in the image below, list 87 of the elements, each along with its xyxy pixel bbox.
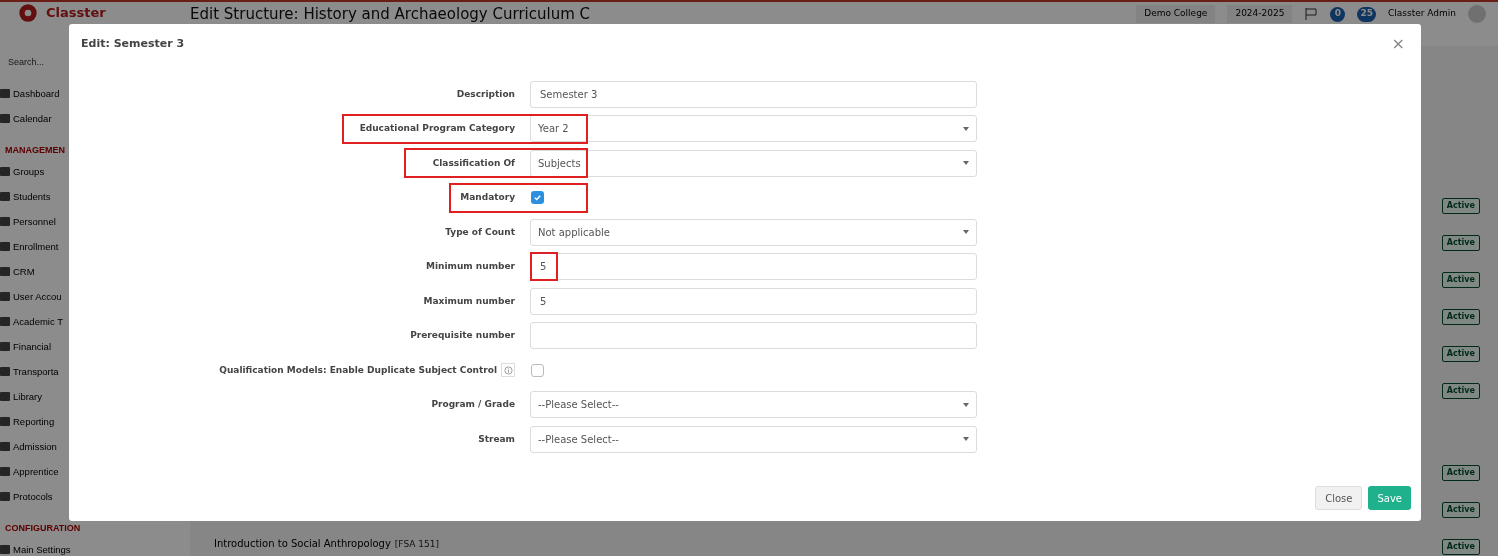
caret-icon [963, 402, 969, 407]
field-label: Minimum number [426, 260, 515, 273]
menu-icon [0, 492, 10, 502]
status-badge: Active [1441, 309, 1480, 325]
sidebar-item[interactable]: Protocols [13, 489, 53, 504]
sidebar-item[interactable]: Enrollment [13, 239, 59, 254]
status-badge: Active [1441, 272, 1480, 288]
subject-name: Introduction to Social Anthropology [214, 537, 391, 551]
close-button[interactable]: × [1391, 32, 1405, 56]
institution-selector[interactable]: Demo College [1136, 5, 1216, 23]
caret-icon [963, 230, 969, 235]
menu-icon [0, 242, 10, 252]
menu-icon [0, 89, 10, 99]
select-field[interactable]: Subjects [530, 149, 977, 177]
sidebar-item[interactable]: Transporta [13, 364, 59, 379]
info-icon[interactable] [501, 363, 515, 378]
sidebar-item[interactable]: Main Settings [13, 542, 71, 556]
status-badge: Active [1441, 502, 1480, 518]
field-label: Description [456, 87, 515, 101]
field-label: Type of Count [445, 225, 515, 239]
status-badge: Active [1441, 346, 1480, 362]
menu-icon [0, 442, 10, 452]
menu-icon [0, 545, 10, 555]
sidebar-item[interactable]: Students [13, 189, 51, 204]
select-field[interactable]: Not applicable [530, 218, 977, 246]
select-field[interactable]: --Please Select-- [530, 425, 977, 453]
text-field[interactable]: 5 [530, 287, 977, 315]
sidebar-item[interactable]: Financial [13, 339, 52, 354]
sidebar-item[interactable]: Dashboard [13, 86, 60, 101]
notification-badge[interactable]: 0 [1330, 6, 1346, 22]
year-selector[interactable]: 2024-2025 [1227, 5, 1293, 23]
sidebar-item[interactable]: Admission [13, 439, 57, 454]
status-badge: Active [1441, 465, 1480, 481]
menu-icon [0, 114, 10, 124]
sidebar-item[interactable]: Reporting [13, 414, 55, 429]
sidebar-item[interactable]: Academic T [13, 314, 63, 329]
modal-title: Edit: Semester 3 [81, 35, 185, 52]
close-button[interactable]: Close [1315, 486, 1363, 510]
menu-icon [0, 267, 10, 277]
status-badge: Active [1441, 198, 1480, 214]
sidebar-item[interactable]: User Accou [13, 289, 62, 304]
status-badge: Active [1441, 539, 1480, 555]
sidebar-item[interactable]: CRM [13, 264, 35, 279]
menu-icon [0, 342, 10, 352]
menu-icon [0, 317, 10, 327]
sidebar-item[interactable]: Personnel [13, 214, 56, 229]
status-badge: Active [1441, 235, 1480, 251]
field-label: Educational Program Category [359, 122, 515, 135]
sidebar-heading: CONFIGURATION [4, 521, 82, 535]
message-badge[interactable]: 25 [1357, 6, 1376, 22]
flag-icon[interactable] [1304, 7, 1319, 21]
avatar-icon[interactable] [1468, 5, 1486, 23]
menu-icon [0, 367, 10, 377]
text-field[interactable]: Semester 3 [530, 80, 977, 108]
page-title: Edit Structure: History and Archaeology Curriculum C [190, 4, 590, 25]
menu-icon [0, 292, 10, 302]
sidebar-heading: MANAGEMEN [4, 143, 66, 157]
status-badge: Active [1441, 383, 1480, 399]
field-label: Program / Grade [431, 398, 515, 411]
menu-icon [0, 467, 10, 477]
sidebar-item[interactable]: Groups [13, 164, 45, 179]
menu-icon [0, 192, 10, 202]
field-label: Mandatory [460, 191, 515, 204]
sidebar-item[interactable]: Calendar [13, 111, 52, 126]
user-menu[interactable]: Classter Admin [1388, 7, 1456, 21]
caret-icon [963, 126, 969, 131]
menu-icon [0, 392, 10, 402]
check-icon [533, 193, 542, 203]
caret-icon [963, 161, 969, 166]
menu-icon [0, 217, 10, 227]
field-label: Maximum number [423, 294, 515, 308]
select-field[interactable]: Year 2 [530, 115, 977, 143]
select-field[interactable]: --Please Select-- [530, 391, 977, 419]
caret-icon [963, 437, 969, 442]
menu-icon [0, 417, 10, 427]
sidebar-item[interactable]: Apprentice [13, 464, 59, 479]
field-label: Stream [478, 432, 515, 446]
sidebar-item[interactable]: Library [13, 389, 43, 404]
field-label: Qualification Models: Enable Duplicate Subject Control [219, 363, 497, 377]
checkbox[interactable] [531, 363, 544, 377]
field-label: Prerequisite number [410, 329, 515, 342]
text-field[interactable] [530, 322, 977, 350]
menu-icon [0, 167, 10, 177]
logo-text: Classter [46, 4, 106, 23]
subject-code: [FSA 151] [394, 538, 439, 551]
checkbox[interactable] [531, 191, 544, 205]
field-label: Classification Of [432, 156, 515, 170]
